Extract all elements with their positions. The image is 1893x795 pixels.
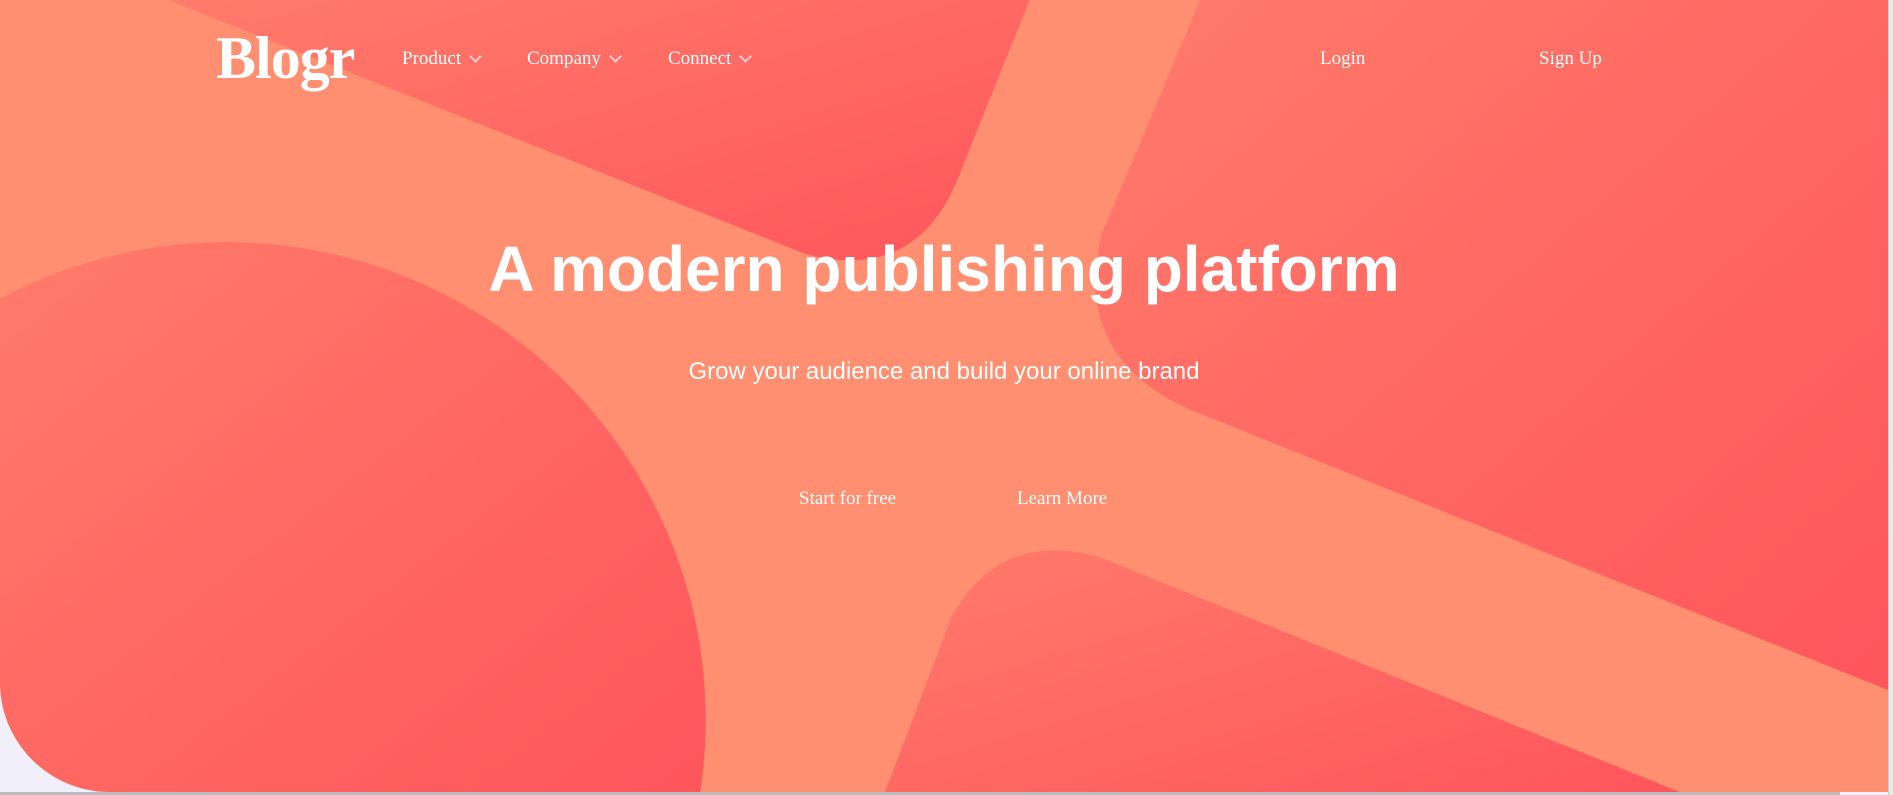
login-link[interactable]: Login [1320, 48, 1365, 70]
nav-company-label: Company [527, 48, 601, 69]
nav-connect-label: Connect [668, 48, 732, 69]
nav-company[interactable]: Company [527, 48, 622, 70]
nav-product-label: Product [402, 48, 462, 69]
hero-title: A modern publishing platform [488, 233, 1400, 305]
signup-button[interactable]: Sign Up [1539, 48, 1602, 70]
chevron-down-icon [469, 49, 482, 63]
hero-background-pattern [0, 0, 1888, 792]
learn-more-button[interactable]: Learn More [1017, 488, 1107, 510]
nav-connect[interactable]: Connect [668, 48, 753, 70]
chevron-down-icon [739, 49, 753, 63]
hero-section: Blogr Product Company Connect Login Sign… [0, 0, 1888, 792]
chevron-down-icon [609, 49, 622, 63]
start-for-free-button[interactable]: Start for free [799, 488, 896, 510]
hero-subtitle: Grow your audience and build your online… [688, 358, 1200, 385]
nav-product[interactable]: Product [402, 48, 482, 70]
vertical-scrollbar[interactable] [1888, 0, 1893, 795]
blogr-logo[interactable]: Blogr [216, 24, 355, 93]
